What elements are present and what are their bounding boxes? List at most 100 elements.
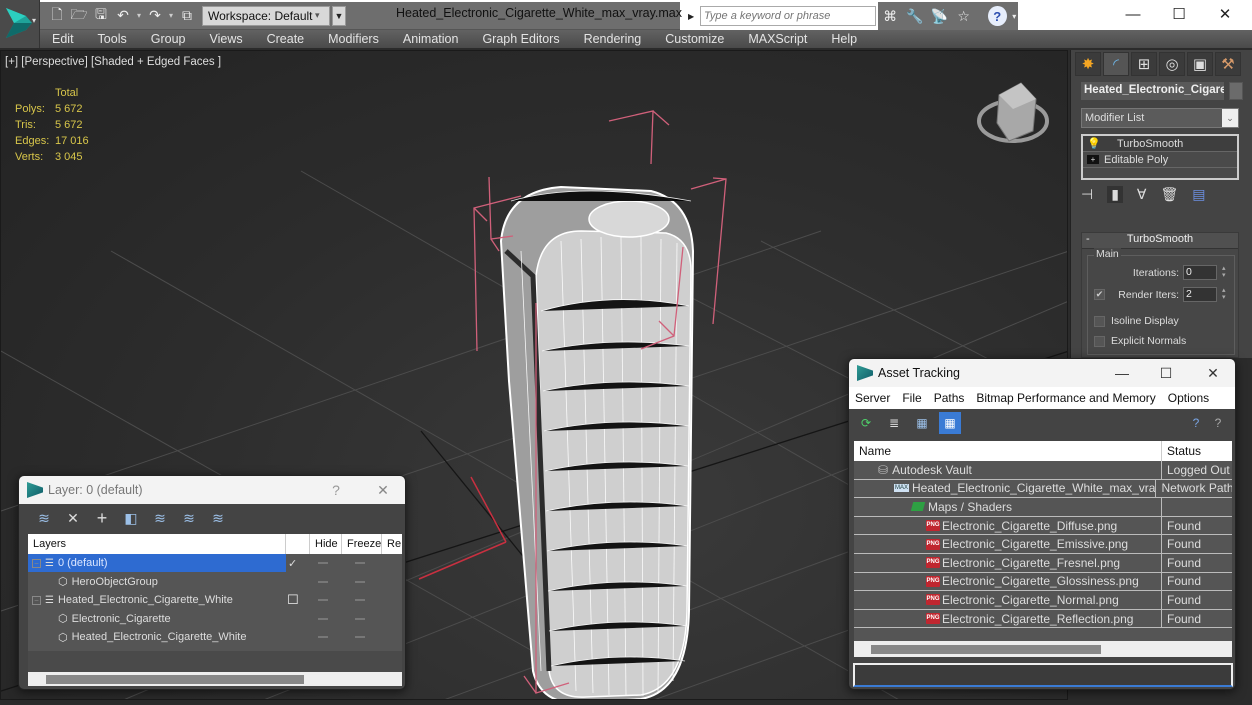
- menu-options[interactable]: Options: [1162, 391, 1215, 405]
- expand-icon[interactable]: +: [1087, 155, 1099, 164]
- project-folder-icon[interactable]: ⧉: [176, 5, 198, 27]
- hide-toggle[interactable]: [318, 562, 328, 565]
- col-status[interactable]: Status: [1162, 441, 1201, 461]
- context-help-icon[interactable]: ?: [1207, 412, 1229, 434]
- horizontal-scrollbar[interactable]: [854, 641, 1232, 657]
- freeze-toggle[interactable]: [355, 617, 365, 620]
- col-hide[interactable]: Hide: [310, 534, 342, 554]
- asset-row[interactable]: PNG Electronic_Cigarette_Glossiness.png F…: [854, 572, 1232, 592]
- hide-toggle[interactable]: [318, 580, 328, 583]
- help-dropdown-icon[interactable]: ▾: [1011, 5, 1018, 27]
- asset-row[interactable]: ⛁ Autodesk Vault Logged Out: [854, 460, 1232, 480]
- menu-help[interactable]: Help: [819, 32, 869, 46]
- delete-layer-icon[interactable]: ✕: [64, 510, 82, 527]
- close-button[interactable]: ✕: [1202, 0, 1248, 28]
- horizontal-scrollbar[interactable]: [28, 672, 402, 686]
- object-color-swatch[interactable]: [1229, 82, 1243, 100]
- asset-row[interactable]: Maps / Shaders: [854, 497, 1232, 517]
- close-button[interactable]: ✕: [366, 476, 400, 504]
- configure-modifier-sets-icon[interactable]: ▤: [1192, 186, 1205, 203]
- collapse-icon[interactable]: -: [1086, 233, 1090, 245]
- collapse-icon[interactable]: −: [32, 595, 41, 605]
- satellite-icon[interactable]: 📡: [929, 5, 949, 27]
- render-iters-checkbox[interactable]: ✔: [1094, 289, 1105, 300]
- menu-maxscript[interactable]: MAXScript: [736, 32, 819, 46]
- menu-paths[interactable]: Paths: [928, 391, 971, 405]
- stack-item-turbosmooth[interactable]: 💡 TurboSmooth: [1083, 136, 1237, 152]
- freeze-toggle[interactable]: [355, 562, 365, 565]
- col-freeze[interactable]: Freeze: [342, 534, 382, 554]
- hide-all-layers-icon[interactable]: ≋: [209, 510, 227, 527]
- isoline-checkbox[interactable]: [1094, 315, 1105, 327]
- asset-row[interactable]: MAX Heated_Electronic_Cigarette_White_max…: [854, 479, 1232, 499]
- freeze-toggle[interactable]: [355, 580, 365, 583]
- select-layer-icon[interactable]: ≋: [151, 510, 169, 527]
- menu-graph-editors[interactable]: Graph Editors: [470, 32, 571, 46]
- remove-modifier-icon[interactable]: 🗑: [1161, 186, 1179, 203]
- transform-gizmo[interactable]: [418, 476, 507, 580]
- col-layers[interactable]: Layers: [28, 534, 286, 554]
- menu-group[interactable]: Group: [139, 32, 198, 46]
- close-button[interactable]: ✕: [1196, 359, 1230, 387]
- collapse-icon[interactable]: −: [32, 558, 41, 568]
- workspace-dropdown[interactable]: Workspace: Default ▾: [202, 5, 330, 26]
- open-folder-icon[interactable]: 🗁: [68, 5, 90, 27]
- undo-dropdown-icon[interactable]: ▾: [134, 5, 144, 27]
- layer-row[interactable]: ⬡ HeroObjectGroup: [28, 573, 402, 592]
- thumbnail-view-icon[interactable]: ▦: [911, 412, 933, 434]
- show-end-result-icon[interactable]: ▮: [1107, 186, 1123, 203]
- pin-stack-icon[interactable]: ⊣: [1081, 186, 1093, 203]
- asset-row[interactable]: PNG Electronic_Cigarette_Diffuse.png Foun…: [854, 516, 1232, 536]
- col-render[interactable]: Re: [382, 534, 402, 554]
- redo-icon[interactable]: ↷: [144, 5, 166, 27]
- minimize-button[interactable]: —: [1105, 359, 1139, 387]
- help-icon[interactable]: ?: [987, 6, 1007, 26]
- asset-row[interactable]: PNG Electronic_Cigarette_Fresnel.png Foun…: [854, 553, 1232, 573]
- hide-toggle[interactable]: [318, 617, 328, 620]
- modify-tab-icon[interactable]: ◜: [1103, 52, 1129, 76]
- help-icon[interactable]: ?: [1185, 412, 1207, 434]
- menu-file[interactable]: File: [896, 391, 927, 405]
- menu-animation[interactable]: Animation: [391, 32, 471, 46]
- scrollbar-thumb[interactable]: [871, 645, 1101, 654]
- star-icon[interactable]: ☆: [953, 5, 973, 27]
- utilities-tab-icon[interactable]: ⚒: [1215, 52, 1241, 76]
- app-menu-button[interactable]: ▾: [0, 0, 40, 48]
- list-view-icon[interactable]: ≣: [883, 412, 905, 434]
- create-tab-icon[interactable]: ✸: [1075, 52, 1101, 76]
- hide-toggle[interactable]: [318, 636, 328, 639]
- cigarette-model[interactable]: [499, 185, 695, 700]
- make-unique-icon[interactable]: ∀: [1137, 186, 1147, 203]
- modifier-list-dropdown[interactable]: Modifier List ⌄: [1081, 108, 1239, 128]
- select-objects-icon[interactable]: ◧: [122, 510, 140, 527]
- menu-server[interactable]: Server: [849, 391, 896, 405]
- layer-row[interactable]: ⬡ Heated_Electronic_Cigarette_White: [28, 628, 402, 647]
- search-input[interactable]: [700, 6, 876, 26]
- menu-bitmap-performance[interactable]: Bitmap Performance and Memory: [970, 391, 1161, 405]
- redo-dropdown-icon[interactable]: ▾: [166, 5, 176, 27]
- menu-tools[interactable]: Tools: [86, 32, 139, 46]
- menu-modifiers[interactable]: Modifiers: [316, 32, 391, 46]
- maximize-button[interactable]: ☐: [1149, 359, 1183, 387]
- col-current[interactable]: [286, 534, 310, 554]
- scrollbar-thumb[interactable]: [46, 675, 304, 684]
- object-name-field[interactable]: Heated_Electronic_Cigarette: [1081, 82, 1224, 100]
- minimize-button[interactable]: —: [1110, 0, 1156, 28]
- iterations-spinner[interactable]: ▴ ▾: [1222, 265, 1230, 280]
- asset-row[interactable]: PNG Electronic_Cigarette_Normal.png Found: [854, 590, 1232, 610]
- display-tab-icon[interactable]: ▣: [1187, 52, 1213, 76]
- set-current-checkbox[interactable]: ☐: [287, 592, 299, 608]
- stack-item-editable-poly[interactable]: + Editable Poly: [1083, 152, 1237, 168]
- viewport-label[interactable]: [+] [Perspective] [Shaded + Edged Faces …: [5, 56, 221, 68]
- new-layer-icon[interactable]: ≋: [35, 510, 53, 527]
- rollout-header[interactable]: - TurboSmooth: [1082, 233, 1238, 249]
- freeze-toggle[interactable]: [355, 599, 365, 602]
- render-iters-input[interactable]: 2: [1183, 287, 1217, 302]
- layer-row[interactable]: − ☰ Heated_Electronic_Cigarette_White ☐: [28, 591, 402, 610]
- hide-toggle[interactable]: [318, 599, 328, 602]
- col-name[interactable]: Name: [854, 441, 1162, 461]
- render-iters-spinner[interactable]: ▴ ▾: [1222, 287, 1230, 302]
- help-button[interactable]: ?: [319, 476, 353, 504]
- new-file-icon[interactable]: 🗋: [46, 5, 68, 27]
- add-to-layer-icon[interactable]: +: [93, 508, 111, 529]
